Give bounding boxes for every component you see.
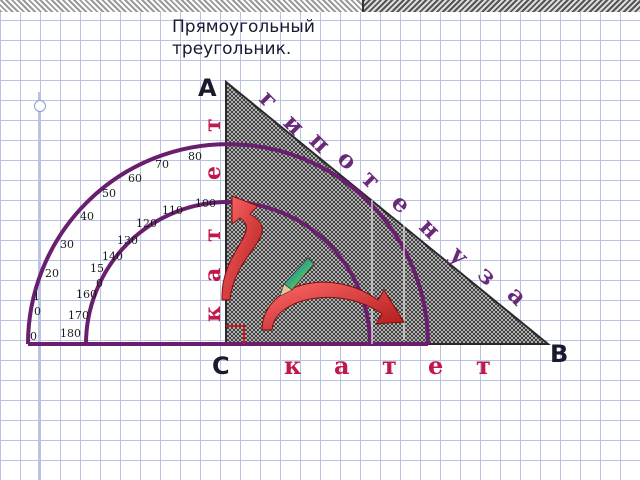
vleg-letter-2: т	[200, 228, 226, 242]
outer-tick-80: 80	[188, 150, 202, 163]
vertex-c-label: C	[212, 352, 230, 380]
hleg-letter-1: а	[334, 351, 350, 380]
outer-tick-30: 30	[60, 238, 74, 251]
inner-tick-180: 180	[60, 327, 81, 340]
vleg-letter-0: к	[200, 306, 226, 322]
inner-tick-130: 130	[117, 234, 138, 247]
vertex-b-label: B	[550, 340, 568, 368]
outer-tick-70: 70	[155, 158, 169, 171]
outer-tick-0: 0	[30, 330, 37, 343]
inner-tick-170: 170	[68, 309, 89, 322]
vleg-letter-1: а	[200, 268, 226, 282]
vleg-letter-4: т	[200, 118, 226, 132]
inner-tick-110: 110	[162, 204, 183, 217]
outer-tick-50: 50	[102, 187, 116, 200]
inner-tick-100: 100	[195, 197, 216, 210]
horizontal-leg-label: к а т е т	[284, 351, 491, 380]
outer-tick-40: 40	[80, 210, 94, 223]
outer-tick-20: 20	[45, 267, 59, 280]
inner-tick-140: 140	[102, 250, 123, 263]
inner-tick-150: 15	[90, 262, 104, 275]
inner-tick-150b: 0	[96, 277, 103, 290]
inner-tick-160: 160	[76, 288, 97, 301]
hyp-letter-5: е	[386, 188, 417, 219]
hleg-letter-4: т	[476, 351, 491, 380]
outer-tick-10b: 0	[34, 305, 41, 318]
inner-tick-120: 120	[136, 217, 157, 230]
outer-tick-60: 60	[128, 172, 142, 185]
triangle-diagram: 0 1 0 20 30 40 50 60 70 80 180 170 160 1…	[26, 74, 568, 380]
vertex-a-label: A	[198, 74, 217, 102]
hleg-letter-3: е	[428, 351, 443, 380]
vleg-letter-3: е	[200, 166, 226, 180]
hyp-letter-9: а	[502, 280, 534, 312]
hleg-letter-2: т	[382, 351, 397, 380]
outer-tick-10: 1	[33, 290, 40, 303]
hleg-letter-0: к	[284, 351, 302, 380]
